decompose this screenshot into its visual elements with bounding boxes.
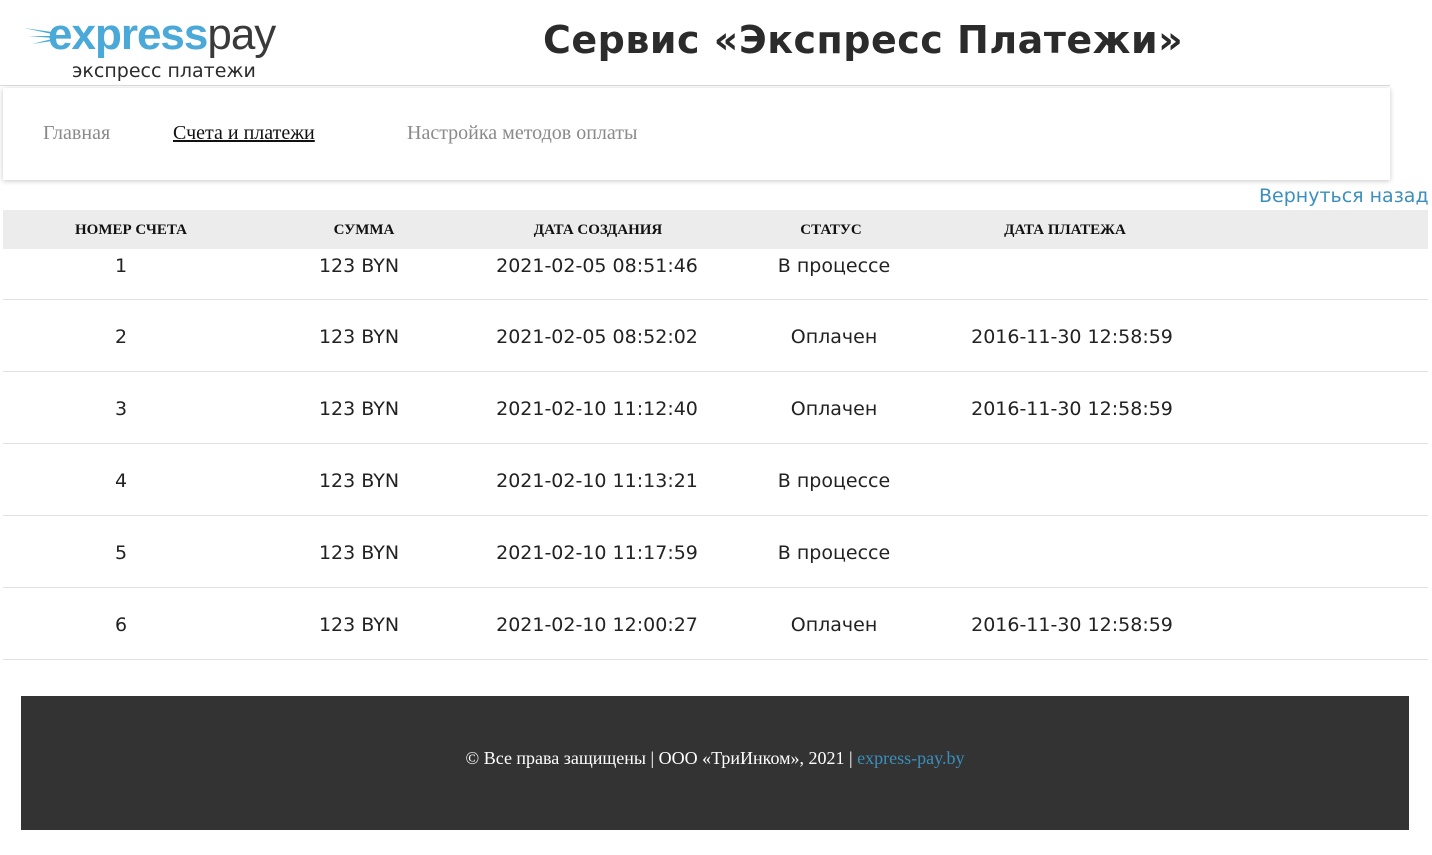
column-header-status: СТАТУС (800, 222, 862, 238)
cell-invoice-number: 3 (114, 398, 128, 420)
cell-created-date: 2021-02-10 12:00:27 (496, 614, 698, 636)
page-title: Сервис «Экспресс Платежи» (543, 18, 1184, 62)
logo-wordmark: expresspay (48, 10, 276, 60)
cell-invoice-number: 1 (114, 255, 128, 277)
cell-payment-date: 2016-11-30 12:58:59 (971, 326, 1173, 348)
table-row: 3 123 BYN 2021-02-10 11:12:40 Оплачен 2016-1… (3, 372, 1428, 444)
cell-status: Оплачен (790, 398, 878, 420)
table-row: 2 123 BYN 2021-02-05 08:52:02 Оплачен 2016-1… (3, 300, 1428, 372)
back-link[interactable]: Вернуться назад (1259, 185, 1429, 207)
footer-copyright: © Все права защищены | ООО «ТриИнком», 2… (21, 748, 1409, 769)
nav-item-invoices-payments[interactable]: Счета и платежи (173, 122, 315, 145)
cell-amount: 123 BYN (318, 326, 400, 348)
table-row: 6 123 BYN 2021-02-10 12:00:27 Оплачен 2016-1… (3, 588, 1428, 660)
cell-invoice-number: 2 (114, 326, 128, 348)
cell-amount: 123 BYN (318, 398, 400, 420)
cell-payment-date: 2016-11-30 12:58:59 (971, 398, 1173, 420)
column-header-amount: СУММА (333, 222, 395, 238)
cell-status: В процессе (777, 470, 891, 492)
table-header: НОМЕР СЧЕТА СУММА ДАТА СОЗДАНИЯ СТАТУС Д… (3, 210, 1428, 249)
column-header-payment-date: ДАТА ПЛАТЕЖА (1004, 222, 1126, 238)
main-nav: Главная Счета и платежи Настройка методо… (3, 88, 1390, 180)
table-row: 1 123 BYN 2021-02-05 08:51:46 В процессе (3, 249, 1428, 300)
footer: © Все права защищены | ООО «ТриИнком», 2… (21, 696, 1409, 830)
nav-item-payment-methods[interactable]: Настройка методов оплаты (407, 122, 637, 145)
page: expresspay экспресс платежи Сервис «Эксп… (0, 0, 1432, 855)
invoices-table: НОМЕР СЧЕТА СУММА ДАТА СОЗДАНИЯ СТАТУС Д… (3, 210, 1428, 660)
column-header-created-date: ДАТА СОЗДАНИЯ (533, 222, 663, 238)
cell-created-date: 2021-02-05 08:52:02 (496, 326, 698, 348)
cell-amount: 123 BYN (318, 255, 400, 277)
table-row: 4 123 BYN 2021-02-10 11:13:21 В процессе (3, 444, 1428, 516)
footer-site-link[interactable]: express-pay.by (857, 748, 964, 768)
cell-created-date: 2021-02-10 11:12:40 (496, 398, 698, 420)
cell-payment-date: 2016-11-30 12:58:59 (971, 614, 1173, 636)
cell-status: В процессе (777, 542, 891, 564)
header-divider (0, 85, 1390, 86)
table-row: 5 123 BYN 2021-02-10 11:17:59 В процессе (3, 516, 1428, 588)
cell-status: В процессе (777, 255, 891, 277)
cell-amount: 123 BYN (318, 614, 400, 636)
expresspay-logo[interactable]: expresspay экспресс платежи (22, 10, 302, 86)
table-body: 1 123 BYN 2021-02-05 08:51:46 В процессе 2 12… (3, 249, 1428, 660)
cell-created-date: 2021-02-10 11:13:21 (496, 470, 698, 492)
cell-amount: 123 BYN (318, 542, 400, 564)
logo-word-express: express (48, 10, 208, 59)
footer-copyright-text: © Все права защищены | ООО «ТриИнком», 2… (465, 748, 858, 768)
cell-status: Оплачен (790, 326, 878, 348)
cell-status: Оплачен (790, 614, 878, 636)
cell-invoice-number: 6 (114, 614, 128, 636)
logo-word-pay: pay (207, 10, 276, 59)
cell-created-date: 2021-02-10 11:17:59 (496, 542, 698, 564)
cell-invoice-number: 5 (114, 542, 128, 564)
cell-invoice-number: 4 (114, 470, 128, 492)
cell-amount: 123 BYN (318, 470, 400, 492)
column-header-invoice-number: НОМЕР СЧЕТА (75, 222, 187, 238)
nav-item-home[interactable]: Главная (43, 122, 110, 145)
logo-subtitle: экспресс платежи (72, 60, 256, 82)
header: expresspay экспресс платежи Сервис «Эксп… (0, 0, 1432, 86)
cell-created-date: 2021-02-05 08:51:46 (496, 255, 698, 277)
